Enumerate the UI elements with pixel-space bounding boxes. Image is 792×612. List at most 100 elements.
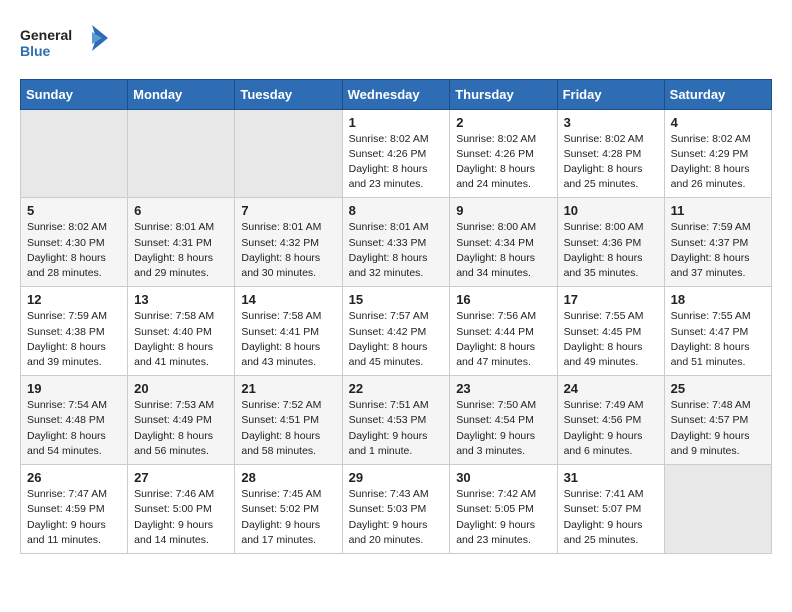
day-number: 4 [671,115,765,130]
calendar-cell: 19 Sunrise: 7:54 AMSunset: 4:48 PMDayligh… [21,376,128,465]
day-number: 23 [456,381,550,396]
calendar-cell: 31 Sunrise: 7:41 AMSunset: 5:07 PMDayligh… [557,465,664,554]
weekday-header-sunday: Sunday [21,79,128,109]
calendar-cell: 22 Sunrise: 7:51 AMSunset: 4:53 PMDayligh… [342,376,450,465]
day-info: Sunrise: 7:47 AMSunset: 4:59 PMDaylight:… [27,487,121,548]
day-number: 20 [134,381,228,396]
day-number: 6 [134,203,228,218]
day-info: Sunrise: 8:00 AMSunset: 4:36 PMDaylight:… [564,220,658,281]
day-info: Sunrise: 8:02 AMSunset: 4:29 PMDaylight:… [671,132,765,193]
day-info: Sunrise: 8:01 AMSunset: 4:31 PMDaylight:… [134,220,228,281]
calendar-cell: 7 Sunrise: 8:01 AMSunset: 4:32 PMDaylight… [235,198,342,287]
logo-svg: General Blue [20,20,110,64]
calendar-cell: 23 Sunrise: 7:50 AMSunset: 4:54 PMDayligh… [450,376,557,465]
calendar-table: SundayMondayTuesdayWednesdayThursdayFrid… [20,79,772,554]
calendar-cell: 14Sunrise: 7:58 AMSunset: 4:41 PMDayligh… [235,287,342,376]
day-info: Sunrise: 7:48 AMSunset: 4:57 PMDaylight:… [671,398,765,459]
calendar-cell [664,465,771,554]
day-info: Sunrise: 7:55 AMSunset: 4:45 PMDaylight:… [564,309,658,370]
day-number: 19 [27,381,121,396]
svg-text:Blue: Blue [20,43,51,59]
day-number: 10 [564,203,658,218]
calendar-cell: 25 Sunrise: 7:48 AMSunset: 4:57 PMDayligh… [664,376,771,465]
day-number: 15 [349,292,444,307]
day-info: Sunrise: 7:42 AMSunset: 5:05 PMDaylight:… [456,487,550,548]
weekday-header-saturday: Saturday [664,79,771,109]
calendar-cell: 17 Sunrise: 7:55 AMSunset: 4:45 PMDayligh… [557,287,664,376]
day-info: Sunrise: 7:46 AMSunset: 5:00 PMDaylight:… [134,487,228,548]
calendar-cell: 21 Sunrise: 7:52 AMSunset: 4:51 PMDayligh… [235,376,342,465]
weekday-header-wednesday: Wednesday [342,79,450,109]
day-info: Sunrise: 7:43 AMSunset: 5:03 PMDaylight:… [349,487,444,548]
calendar-cell: 27 Sunrise: 7:46 AMSunset: 5:00 PMDayligh… [128,465,235,554]
day-info: Sunrise: 7:49 AMSunset: 4:56 PMDaylight:… [564,398,658,459]
calendar-cell: 15Sunrise: 7:57 AMSunset: 4:42 PMDayligh… [342,287,450,376]
calendar-cell: 20 Sunrise: 7:53 AMSunset: 4:49 PMDayligh… [128,376,235,465]
day-info: Sunrise: 8:02 AMSunset: 4:26 PMDaylight:… [349,132,444,193]
day-number: 2 [456,115,550,130]
week-row-4: 19 Sunrise: 7:54 AMSunset: 4:48 PMDayligh… [21,376,772,465]
day-number: 21 [241,381,335,396]
day-number: 29 [349,470,444,485]
day-number: 9 [456,203,550,218]
day-number: 26 [27,470,121,485]
calendar-cell: 4 Sunrise: 8:02 AMSunset: 4:29 PMDaylight… [664,109,771,198]
day-info: Sunrise: 8:02 AMSunset: 4:30 PMDaylight:… [27,220,121,281]
day-info: Sunrise: 7:56 AMSunset: 4:44 PMDaylight:… [456,309,550,370]
day-number: 8 [349,203,444,218]
day-number: 7 [241,203,335,218]
day-info: Sunrise: 7:52 AMSunset: 4:51 PMDaylight:… [241,398,335,459]
day-info: Sunrise: 7:54 AMSunset: 4:48 PMDaylight:… [27,398,121,459]
week-row-3: 12Sunrise: 7:59 AMSunset: 4:38 PMDayligh… [21,287,772,376]
calendar-cell: 1 Sunrise: 8:02 AMSunset: 4:26 PMDaylight… [342,109,450,198]
calendar-cell: 5 Sunrise: 8:02 AMSunset: 4:30 PMDaylight… [21,198,128,287]
day-info: Sunrise: 7:59 AMSunset: 4:38 PMDaylight:… [27,309,121,370]
day-number: 11 [671,203,765,218]
calendar-cell: 26 Sunrise: 7:47 AMSunset: 4:59 PMDayligh… [21,465,128,554]
day-number: 5 [27,203,121,218]
day-number: 3 [564,115,658,130]
day-number: 31 [564,470,658,485]
day-number: 28 [241,470,335,485]
logo: General Blue [20,20,110,69]
day-info: Sunrise: 8:01 AMSunset: 4:33 PMDaylight:… [349,220,444,281]
day-number: 30 [456,470,550,485]
calendar-cell: 24 Sunrise: 7:49 AMSunset: 4:56 PMDayligh… [557,376,664,465]
day-info: Sunrise: 7:41 AMSunset: 5:07 PMDaylight:… [564,487,658,548]
day-info: Sunrise: 7:53 AMSunset: 4:49 PMDaylight:… [134,398,228,459]
calendar-cell: 11 Sunrise: 7:59 AMSunset: 4:37 PMDayligh… [664,198,771,287]
weekday-header-friday: Friday [557,79,664,109]
day-number: 13 [134,292,228,307]
calendar-cell: 13Sunrise: 7:58 AMSunset: 4:40 PMDayligh… [128,287,235,376]
calendar-body: 1 Sunrise: 8:02 AMSunset: 4:26 PMDaylight… [21,109,772,553]
day-number: 18 [671,292,765,307]
calendar-header: SundayMondayTuesdayWednesdayThursdayFrid… [21,79,772,109]
calendar-cell: 8 Sunrise: 8:01 AMSunset: 4:33 PMDaylight… [342,198,450,287]
week-row-2: 5 Sunrise: 8:02 AMSunset: 4:30 PMDaylight… [21,198,772,287]
weekday-row: SundayMondayTuesdayWednesdayThursdayFrid… [21,79,772,109]
calendar-cell: 28 Sunrise: 7:45 AMSunset: 5:02 PMDayligh… [235,465,342,554]
day-number: 25 [671,381,765,396]
day-info: Sunrise: 7:50 AMSunset: 4:54 PMDaylight:… [456,398,550,459]
day-info: Sunrise: 8:02 AMSunset: 4:26 PMDaylight:… [456,132,550,193]
day-info: Sunrise: 7:59 AMSunset: 4:37 PMDaylight:… [671,220,765,281]
day-number: 14 [241,292,335,307]
day-number: 17 [564,292,658,307]
weekday-header-thursday: Thursday [450,79,557,109]
day-number: 24 [564,381,658,396]
calendar-cell: 9Sunrise: 8:00 AMSunset: 4:34 PMDaylight… [450,198,557,287]
calendar-cell: 29 Sunrise: 7:43 AMSunset: 5:03 PMDayligh… [342,465,450,554]
day-info: Sunrise: 7:51 AMSunset: 4:53 PMDaylight:… [349,398,444,459]
day-number: 16 [456,292,550,307]
week-row-1: 1 Sunrise: 8:02 AMSunset: 4:26 PMDaylight… [21,109,772,198]
calendar-cell: 10 Sunrise: 8:00 AMSunset: 4:36 PMDayligh… [557,198,664,287]
day-number: 27 [134,470,228,485]
day-info: Sunrise: 7:45 AMSunset: 5:02 PMDaylight:… [241,487,335,548]
day-number: 22 [349,381,444,396]
day-info: Sunrise: 8:01 AMSunset: 4:32 PMDaylight:… [241,220,335,281]
logo-graphic: General Blue [20,20,110,69]
day-info: Sunrise: 7:55 AMSunset: 4:47 PMDaylight:… [671,309,765,370]
day-number: 1 [349,115,444,130]
calendar-cell [21,109,128,198]
calendar-cell [128,109,235,198]
